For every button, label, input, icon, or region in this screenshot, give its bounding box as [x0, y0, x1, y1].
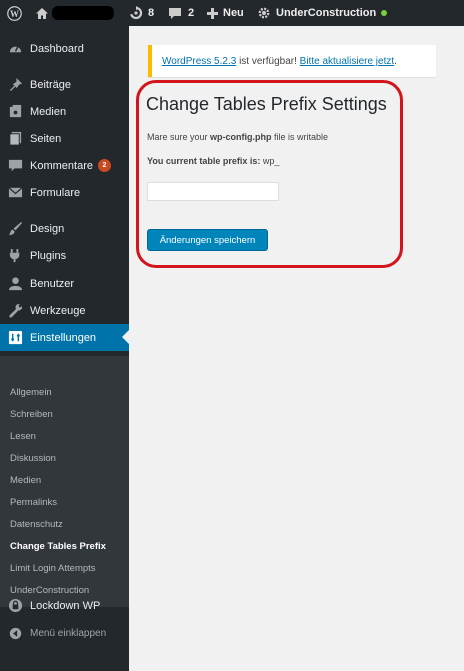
sidebar-item-kommentare[interactable]: Kommentare 2	[0, 152, 129, 179]
media-icon	[8, 104, 23, 119]
sidebar-item-label: Werkzeuge	[30, 304, 86, 317]
update-now-link[interactable]: Bitte aktualisiere jetzt	[300, 56, 395, 67]
current-prefix-label: You current table prefix is:	[147, 156, 263, 166]
plugin-icon	[8, 248, 23, 263]
sidebar-item-design[interactable]: Design	[0, 215, 129, 242]
sidebar-item-label: Formulare	[30, 186, 81, 199]
sidebar-item-werkzeuge[interactable]: Werkzeuge	[0, 297, 129, 324]
collapse-menu-label: Menü einklappen	[30, 628, 107, 639]
collapse-icon	[9, 627, 24, 642]
sidebar-item-einstellungen[interactable]: Einstellungen	[0, 324, 129, 351]
sidebar-item-medien[interactable]: Medien	[0, 98, 129, 125]
settings-icon	[8, 330, 23, 345]
brush-icon	[8, 221, 23, 236]
site-status-link[interactable]: UnderConstruction	[257, 0, 388, 26]
lock-icon	[8, 598, 23, 613]
writable-prefix: Mare sure your	[147, 132, 211, 142]
comments-count: 2	[188, 7, 195, 19]
status-dot	[381, 10, 388, 16]
dashboard-icon	[8, 41, 23, 56]
sidebar-item-benutzer[interactable]: Benutzer	[0, 270, 129, 297]
submenu-item-datenschutz[interactable]: Datenschutz	[10, 519, 63, 530]
sidebar-item-label: Design	[30, 222, 65, 235]
submenu-item-diskussion[interactable]: Diskussion	[10, 453, 56, 464]
new-content-link[interactable]: Neu	[207, 0, 244, 26]
current-prefix-value: wp_	[262, 156, 280, 166]
pages-icon	[8, 131, 23, 146]
home-icon[interactable]	[35, 0, 49, 26]
sidebar-item-label: Lockdown WP	[30, 599, 101, 612]
sidebar-item-formulare[interactable]: Formulare	[0, 179, 129, 206]
submenu-item-lesen[interactable]: Lesen	[10, 431, 36, 442]
notice-end: .	[394, 56, 397, 67]
sidebar-item-lockdown-wp[interactable]: Lockdown WP	[0, 592, 129, 619]
submenu-item-schreiben[interactable]: Schreiben	[10, 409, 53, 420]
settings-submenu: Allgemein Schreiben Lesen Diskussion Medien P…	[0, 356, 129, 607]
collapse-menu-button[interactable]: Menü einklappen	[0, 620, 129, 647]
config-file-name: wp-config.php	[210, 132, 272, 142]
site-name-redacted[interactable]	[52, 0, 114, 26]
writable-notice: Mare sure your wp-config.php file is wri…	[147, 132, 328, 142]
pin-icon	[8, 77, 23, 92]
sidebar-item-beitrage[interactable]: Beiträge	[0, 71, 129, 98]
sidebar-item-label: Beiträge	[30, 78, 71, 91]
new-prefix-input[interactable]	[147, 182, 279, 201]
sidebar-item-dashboard[interactable]: Dashboard	[0, 35, 129, 62]
comment-icon	[168, 7, 182, 20]
admin-sidebar: Allgemein Schreiben Lesen Diskussion Medien P…	[0, 26, 129, 671]
writable-suffix: file is writable	[271, 132, 329, 142]
wordpress-version-link[interactable]: WordPress 5.2.3	[162, 56, 236, 67]
user-icon	[8, 276, 23, 291]
wordpress-logo-icon[interactable]: W	[7, 0, 22, 26]
submenu-item-change-tables-prefix[interactable]: Change Tables Prefix	[10, 541, 106, 552]
sidebar-item-seiten[interactable]: Seiten	[0, 125, 129, 152]
notice-text: ist verfügbar!	[236, 56, 300, 67]
svg-text:W: W	[10, 8, 19, 18]
submenu-item-medien[interactable]: Medien	[10, 475, 41, 486]
comments-link[interactable]: 2	[168, 0, 194, 26]
gear-icon	[257, 6, 271, 20]
submenu-item-allgemein[interactable]: Allgemein	[10, 387, 52, 398]
sidebar-item-label: Einstellungen	[30, 331, 97, 344]
mail-icon	[8, 185, 23, 200]
sidebar-item-label: Seiten	[30, 132, 62, 145]
page-title: Change Tables Prefix Settings	[146, 94, 387, 114]
sidebar-item-label: Kommentare	[30, 159, 93, 172]
site-name: UnderConstruction	[276, 7, 377, 19]
update-notice: WordPress 5.2.3 ist verfügbar! Bitte akt…	[148, 45, 436, 77]
sidebar-item-label: Plugins	[30, 249, 67, 262]
updates-count: 8	[148, 7, 155, 19]
current-prefix-line: You current table prefix is: wp_	[147, 156, 279, 166]
sidebar-item-label: Benutzer	[30, 277, 75, 290]
wrench-icon	[8, 303, 23, 318]
updates-link[interactable]: 8	[129, 0, 154, 26]
comments-count-badge: 2	[98, 159, 111, 172]
save-changes-button[interactable]: Änderungen speichern	[147, 229, 268, 251]
sidebar-item-label: Dashboard	[30, 42, 84, 55]
sidebar-item-plugins[interactable]: Plugins	[0, 242, 129, 269]
admin-bar: W 8 2 Neu UnderConstruction	[0, 0, 464, 26]
new-label: Neu	[223, 7, 244, 19]
plus-icon	[207, 7, 218, 19]
comments-icon	[8, 158, 23, 173]
submenu-item-limit-login-attempts[interactable]: Limit Login Attempts	[10, 563, 96, 574]
updates-icon	[129, 6, 143, 20]
submenu-item-permalinks[interactable]: Permalinks	[10, 497, 57, 508]
sidebar-item-label: Medien	[30, 105, 67, 118]
